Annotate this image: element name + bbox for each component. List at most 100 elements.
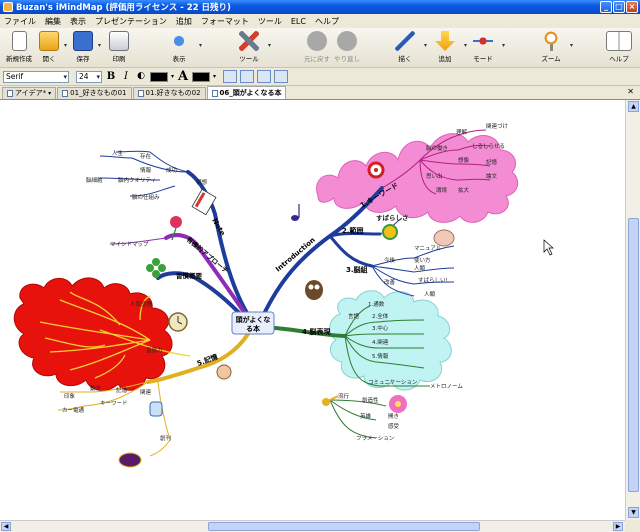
text-color-button[interactable]: A xyxy=(177,70,189,83)
help-button[interactable]: ヘルプ xyxy=(600,30,638,66)
draw-button[interactable]: 描く xyxy=(386,30,424,66)
menu-file[interactable]: ファイル xyxy=(4,16,36,27)
align-justify-button[interactable] xyxy=(274,70,289,83)
menu-format[interactable]: フォーマット xyxy=(201,16,249,27)
view-network-icon xyxy=(169,31,189,51)
menu-bar: ファイル 編集 表示 プレゼンテーション 追加 フォーマット ツール ELC ヘ… xyxy=(0,14,640,28)
red-cloud xyxy=(13,277,191,391)
menu-tools[interactable]: ツール xyxy=(258,16,282,27)
node-label: 英雄 xyxy=(360,412,372,420)
node-label: 情報 xyxy=(140,166,152,174)
note-label: Note xyxy=(210,217,226,237)
print-button[interactable]: 印刷 xyxy=(100,30,138,66)
node-label: 関連づけ xyxy=(486,122,509,130)
node-label: 創刊 xyxy=(160,434,171,442)
node-label: 人類 xyxy=(424,290,436,298)
node-label: 動き xyxy=(90,384,101,392)
branch-brain xyxy=(328,234,374,268)
add-arrow-icon xyxy=(435,31,455,51)
node-label: 開き xyxy=(388,413,399,420)
node-label: 構想 xyxy=(196,178,208,186)
align-center-button[interactable] xyxy=(240,70,255,83)
menu-elc[interactable]: ELC xyxy=(291,17,306,26)
mindmap-canvas[interactable]: 頭がよくな る本 Note Introduction 有機的アプローチ 習慣概要… xyxy=(0,100,625,520)
font-size-select[interactable]: 24 xyxy=(76,70,102,83)
node-label: メトロノーム xyxy=(430,383,463,390)
scroll-right-icon[interactable]: ▶ xyxy=(613,522,623,531)
italic-button[interactable]: I xyxy=(120,70,132,83)
font-family-select[interactable]: Serif xyxy=(3,70,69,83)
menu-add[interactable]: 追加 xyxy=(176,16,192,27)
zoom-button[interactable]: ズーム xyxy=(532,30,570,66)
fill-color-swatch[interactable] xyxy=(150,71,168,82)
scroll-down-icon[interactable]: ▼ xyxy=(628,507,639,518)
node-label: マニュアル xyxy=(414,245,442,252)
node-label: 想像 xyxy=(458,156,470,164)
align-left-button[interactable] xyxy=(223,70,238,83)
scroll-up-icon[interactable]: ▲ xyxy=(628,101,639,112)
node-label: 創造性 xyxy=(362,396,379,404)
horizontal-scroll-thumb[interactable] xyxy=(208,522,480,531)
node-label: 5.情報 xyxy=(372,352,389,360)
node-label: 記憶 xyxy=(116,386,128,394)
tools-dropdown-icon[interactable]: ▾ xyxy=(268,42,271,49)
central-node[interactable]: 頭がよくな る本 xyxy=(231,311,275,335)
align-right-button[interactable] xyxy=(257,70,272,83)
mode-dropdown-icon[interactable]: ▾ xyxy=(502,42,505,49)
node-label: 印象 xyxy=(64,392,76,400)
open-button[interactable]: 開く xyxy=(30,30,68,66)
view-dropdown-icon[interactable]: ▾ xyxy=(199,42,202,49)
mouse-cursor-icon xyxy=(543,239,554,256)
zoom-dropdown-icon[interactable]: ▾ xyxy=(570,42,573,49)
highlight-icon[interactable]: ◐ xyxy=(135,70,147,83)
central-title-line2: る本 xyxy=(246,324,260,333)
add-button[interactable]: 追加 xyxy=(426,30,464,66)
menu-presentation[interactable]: プレゼンテーション xyxy=(95,16,167,27)
horizontal-scrollbar[interactable]: ◀ ▶ xyxy=(0,520,625,532)
text-color-dropdown-icon[interactable]: ▾ xyxy=(213,73,216,80)
new-document-icon xyxy=(11,31,27,51)
tab-favorites-01[interactable]: 01_好きなもの01 xyxy=(57,87,132,99)
fill-color-dropdown-icon[interactable]: ▾ xyxy=(171,73,174,80)
vertical-scrollbar[interactable]: ▲ ▼ xyxy=(625,100,640,520)
save-button[interactable]: 保存 xyxy=(64,30,102,66)
node-label: 記憶 xyxy=(486,158,498,166)
vertical-scroll-thumb[interactable] xyxy=(628,218,639,492)
tab-favorites-02[interactable]: 01.好きなもの02 xyxy=(132,87,206,99)
minimize-button[interactable]: _ xyxy=(600,1,612,13)
scroll-left-icon[interactable]: ◀ xyxy=(1,522,11,531)
maximize-button[interactable]: □ xyxy=(613,1,625,13)
node-label: 感受 xyxy=(388,422,400,430)
menu-view[interactable]: 表示 xyxy=(70,16,86,27)
node-label: すばらしさ xyxy=(376,213,409,222)
tools-button[interactable]: ツール xyxy=(230,30,268,66)
mode-button[interactable]: モード xyxy=(464,30,502,66)
node-label: 言語 xyxy=(348,312,360,320)
bold-button[interactable]: B xyxy=(105,70,117,83)
folder-icon xyxy=(39,31,59,51)
zoom-icon xyxy=(541,31,561,51)
mindmap-svg[interactable]: 頭がよくな る本 Note Introduction 有機的アプローチ 習慣概要… xyxy=(0,100,625,520)
window-title: Buzan's iMindMap (評価用ライセンス - 22 日残り) xyxy=(16,3,231,13)
node-label: マインドマップ xyxy=(110,241,149,248)
node-label: 脳細胞 xyxy=(86,176,103,184)
redo-button[interactable]: やり直し xyxy=(328,30,366,66)
node-label: 直感力 xyxy=(146,346,163,354)
close-button[interactable]: × xyxy=(626,1,638,13)
close-tab-icon[interactable]: ✕ xyxy=(627,87,634,96)
node-label: 関連 xyxy=(140,388,152,396)
tab-idea[interactable]: アイデア* ▾ xyxy=(2,87,57,99)
clock-image xyxy=(168,312,188,332)
menu-edit[interactable]: 編集 xyxy=(45,16,61,27)
help-book-icon xyxy=(606,31,632,51)
tab-dropdown-icon[interactable]: ▾ xyxy=(48,88,51,99)
text-color-swatch[interactable] xyxy=(192,71,211,82)
view-button[interactable]: 表示 xyxy=(160,30,198,66)
scroll-corner xyxy=(625,520,640,532)
node-label: 3.中心 xyxy=(372,324,389,332)
central-title-line1: 頭がよくな xyxy=(236,315,271,324)
target-image xyxy=(367,161,385,179)
node-label: 人類 xyxy=(414,264,426,272)
menu-help[interactable]: ヘルプ xyxy=(315,16,339,27)
tab-smart-book[interactable]: 06_頭がよくなる本 xyxy=(206,86,287,99)
